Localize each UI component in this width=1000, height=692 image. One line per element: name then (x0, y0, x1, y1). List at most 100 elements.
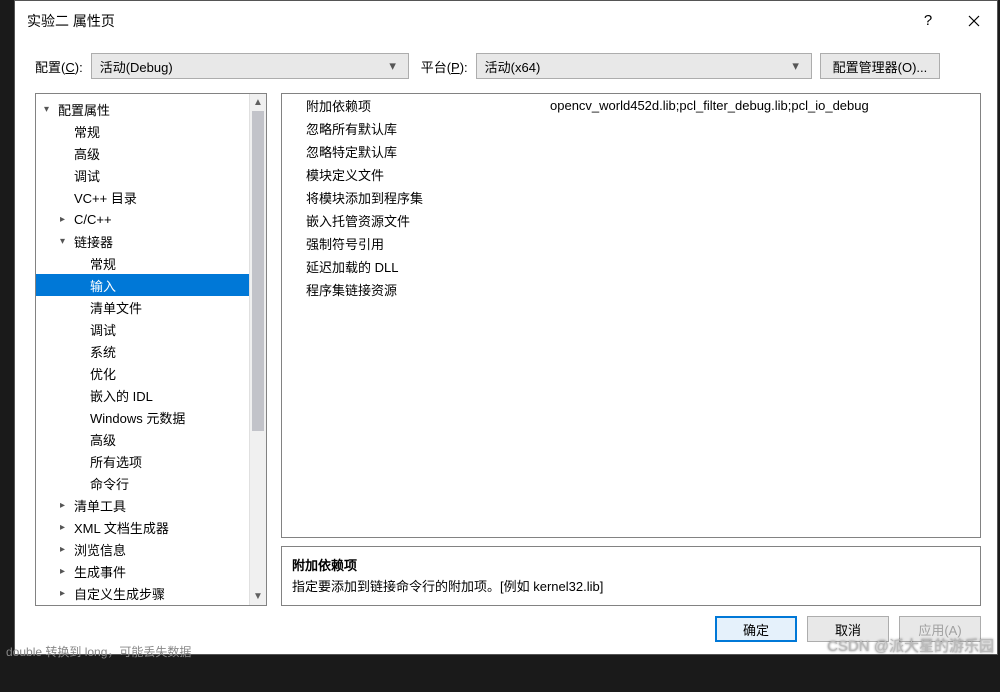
tree-item[interactable]: ▸Code Analysis (36, 604, 249, 605)
tree-scrollbar[interactable]: ▲ ▼ (249, 94, 266, 605)
property-name: 程序集链接资源 (282, 280, 550, 299)
watermark: CSDN @派大星的游乐园 (827, 635, 994, 656)
chevron-down-icon: ▾ (787, 58, 805, 74)
config-label: 配置(C): (35, 57, 83, 76)
description-body: 指定要添加到链接命令行的附加项。[例如 kernel32.lib] (292, 576, 970, 595)
tree-item[interactable]: VC++ 目录 (36, 186, 249, 208)
titlebar: 实验二 属性页 ? (15, 1, 997, 41)
property-row[interactable]: 延迟加载的 DLL (282, 255, 980, 278)
tree-item-label: 常规 (74, 122, 100, 141)
chevron-down-icon: ▾ (384, 58, 402, 74)
tree-item[interactable]: 嵌入的 IDL (36, 384, 249, 406)
tree-item-label: 链接器 (74, 232, 113, 251)
config-row: 配置(C): 活动(Debug) ▾ 平台(P): 活动(x64) ▾ 配置管理… (15, 41, 997, 93)
property-row[interactable]: 忽略特定默认库 (282, 140, 980, 163)
tree-item[interactable]: Windows 元数据 (36, 406, 249, 428)
property-name: 附加依赖项 (282, 96, 550, 115)
configuration-value: 活动(Debug) (100, 57, 384, 76)
tree-item-label: 自定义生成步骤 (74, 584, 165, 603)
tree-item-label: C/C++ (74, 212, 112, 227)
property-row[interactable]: 嵌入托管资源文件 (282, 209, 980, 232)
tree-item-label: 常规 (90, 254, 116, 273)
tree-toggle-expanded-icon[interactable]: ▾ (60, 236, 74, 247)
tree-toggle-collapsed-icon[interactable]: ▸ (60, 214, 74, 225)
property-name: 忽略特定默认库 (282, 142, 550, 161)
property-name: 忽略所有默认库 (282, 119, 550, 138)
main-area: ▾配置属性常规高级调试VC++ 目录▸C/C++▾链接器常规输入清单文件调试系统… (15, 93, 997, 606)
property-row[interactable]: 将模块添加到程序集 (282, 186, 980, 209)
property-row[interactable]: 强制符号引用 (282, 232, 980, 255)
scroll-up-button[interactable]: ▲ (250, 94, 266, 111)
description-box: 附加依赖项 指定要添加到链接命令行的附加项。[例如 kernel32.lib] (281, 546, 981, 606)
tree-panel: ▾配置属性常规高级调试VC++ 目录▸C/C++▾链接器常规输入清单文件调试系统… (35, 93, 267, 606)
tree-item-label: 嵌入的 IDL (90, 386, 153, 405)
tree-item[interactable]: 命令行 (36, 472, 249, 494)
close-icon (968, 15, 980, 27)
property-value[interactable]: opencv_world452d.lib;pcl_filter_debug.li… (550, 98, 980, 113)
tree-toggle-collapsed-icon[interactable]: ▸ (60, 588, 74, 599)
property-tree: ▾配置属性常规高级调试VC++ 目录▸C/C++▾链接器常规输入清单文件调试系统… (36, 94, 249, 605)
tree-item[interactable]: 高级 (36, 428, 249, 450)
tree-item[interactable]: 调试 (36, 164, 249, 186)
configuration-dropdown[interactable]: 活动(Debug) ▾ (91, 53, 409, 79)
tree-item-label: 高级 (90, 430, 116, 449)
background-text: double 转换到 long，可能丢失数据 (6, 643, 191, 660)
help-button[interactable]: ? (905, 1, 951, 41)
ok-button[interactable]: 确定 (715, 616, 797, 642)
tree-item[interactable]: 高级 (36, 142, 249, 164)
property-name: 延迟加载的 DLL (282, 257, 550, 276)
right-panel: 附加依赖项opencv_world452d.lib;pcl_filter_deb… (281, 93, 981, 606)
tree-item[interactable]: ▸自定义生成步骤 (36, 582, 249, 604)
tree-item[interactable]: ▾链接器 (36, 230, 249, 252)
property-row[interactable]: 忽略所有默认库 (282, 117, 980, 140)
property-name: 将模块添加到程序集 (282, 188, 550, 207)
tree-item[interactable]: ▸浏览信息 (36, 538, 249, 560)
property-grid: 附加依赖项opencv_world452d.lib;pcl_filter_deb… (281, 93, 981, 538)
tree-toggle-collapsed-icon[interactable]: ▸ (60, 566, 74, 577)
tree-item[interactable]: ▸生成事件 (36, 560, 249, 582)
property-row[interactable]: 程序集链接资源 (282, 278, 980, 301)
tree-item[interactable]: 优化 (36, 362, 249, 384)
property-name: 强制符号引用 (282, 234, 550, 253)
description-title: 附加依赖项 (292, 555, 970, 574)
platform-value: 活动(x64) (485, 57, 787, 76)
close-button[interactable] (951, 1, 997, 41)
tree-toggle-expanded-icon[interactable]: ▾ (44, 104, 58, 115)
property-row[interactable]: 模块定义文件 (282, 163, 980, 186)
tree-item-label: 命令行 (90, 474, 129, 493)
configuration-manager-button[interactable]: 配置管理器(O)... (820, 53, 941, 79)
tree-item-label: 所有选项 (90, 452, 142, 471)
tree-item-label: VC++ 目录 (74, 188, 137, 207)
platform-dropdown[interactable]: 活动(x64) ▾ (476, 53, 812, 79)
tree-item[interactable]: 调试 (36, 318, 249, 340)
tree-toggle-collapsed-icon[interactable]: ▸ (60, 544, 74, 555)
property-row[interactable]: 附加依赖项opencv_world452d.lib;pcl_filter_deb… (282, 94, 980, 117)
tree-item[interactable]: ▸C/C++ (36, 208, 249, 230)
tree-item-label: 浏览信息 (74, 540, 126, 559)
tree-item[interactable]: 所有选项 (36, 450, 249, 472)
window-title: 实验二 属性页 (27, 11, 905, 31)
tree-item-label: 清单工具 (74, 496, 126, 515)
tree-item[interactable]: 输入 (36, 274, 249, 296)
tree-item-label: 调试 (90, 320, 116, 339)
tree-toggle-collapsed-icon[interactable]: ▸ (60, 500, 74, 511)
scroll-down-button[interactable]: ▼ (250, 588, 266, 605)
property-name: 模块定义文件 (282, 165, 550, 184)
tree-item[interactable]: ▸XML 文档生成器 (36, 516, 249, 538)
tree-item-label: 高级 (74, 144, 100, 163)
tree-item[interactable]: 常规 (36, 120, 249, 142)
tree-item[interactable]: 常规 (36, 252, 249, 274)
property-name: 嵌入托管资源文件 (282, 211, 550, 230)
property-pages-dialog: 实验二 属性页 ? 配置(C): 活动(Debug) ▾ 平台(P): 活动(x… (14, 0, 998, 655)
tree-item[interactable]: ▸清单工具 (36, 494, 249, 516)
tree-item[interactable]: 系统 (36, 340, 249, 362)
tree-item-label: 生成事件 (74, 562, 126, 581)
tree-item-label: Windows 元数据 (90, 408, 185, 427)
platform-label: 平台(P): (421, 57, 468, 76)
tree-item[interactable]: 清单文件 (36, 296, 249, 318)
tree-item-label: 输入 (90, 276, 116, 295)
scroll-thumb[interactable] (252, 111, 264, 431)
tree-toggle-collapsed-icon[interactable]: ▸ (60, 522, 74, 533)
tree-item-label: 系统 (90, 342, 116, 361)
tree-item[interactable]: ▾配置属性 (36, 98, 249, 120)
